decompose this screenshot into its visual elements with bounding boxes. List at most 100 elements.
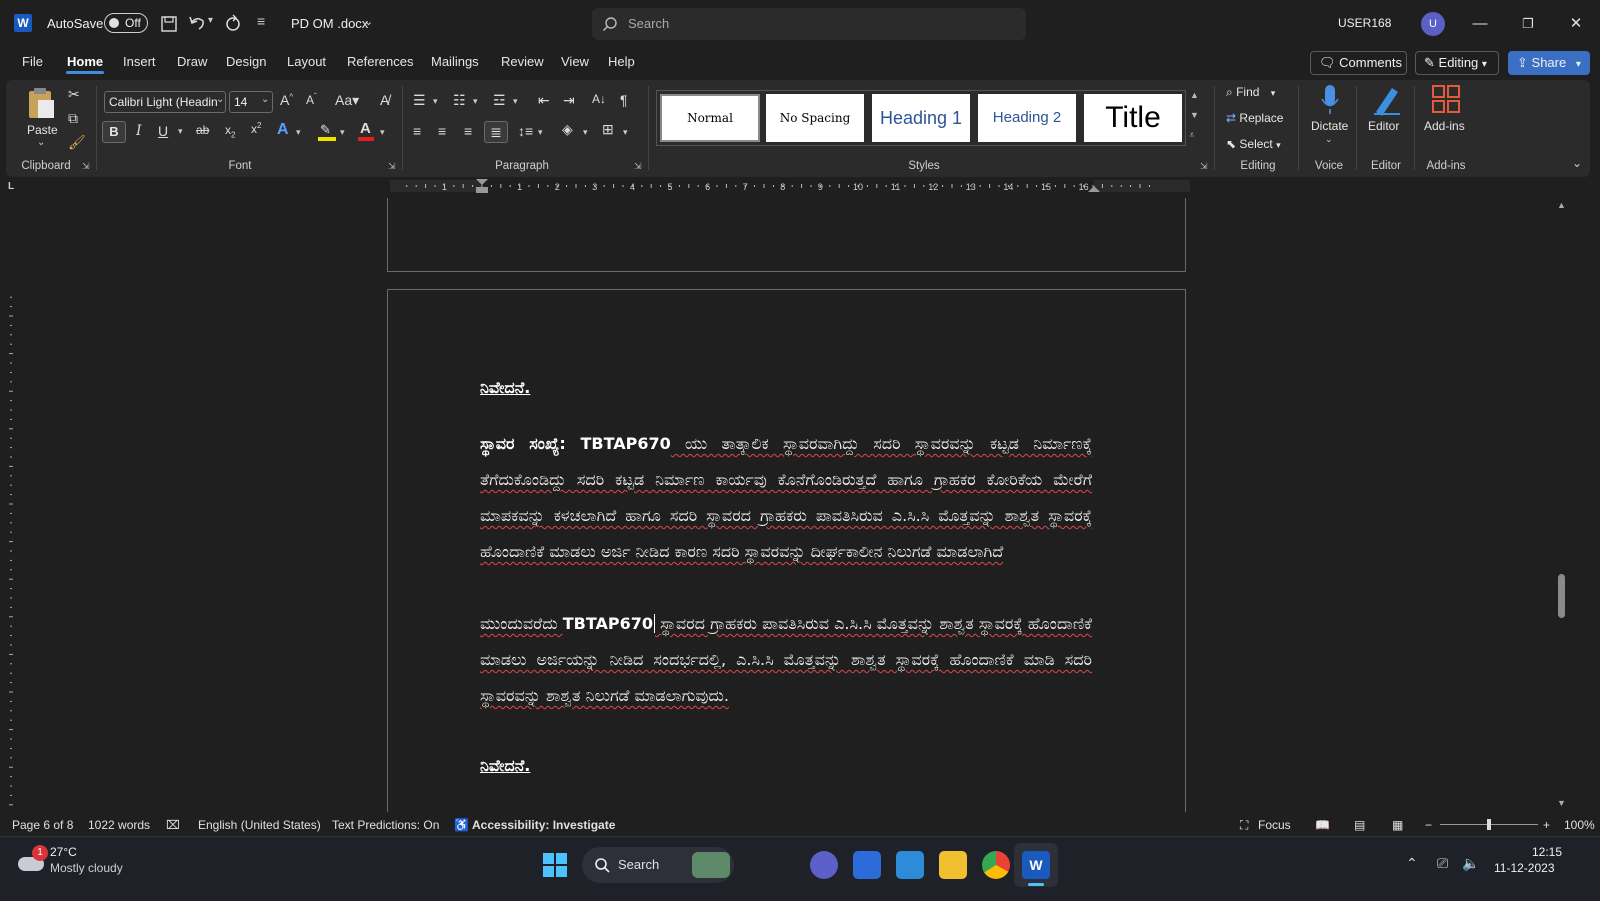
share-button[interactable]: ⇪ Share ▾ <box>1508 51 1590 75</box>
save-icon[interactable] <box>160 15 178 33</box>
comments-button[interactable]: 🗨 Comments <box>1310 51 1407 75</box>
multilevel-list-icon[interactable]: ☲ <box>493 92 506 109</box>
line-spacing-dropdown-icon[interactable]: ▾ <box>538 127 543 138</box>
teams-meet-icon[interactable] <box>810 851 838 879</box>
show-hidden-icons-icon[interactable]: ⌃ <box>1406 855 1418 872</box>
focus-icon[interactable]: ⛶ <box>1240 818 1248 833</box>
vertical-ruler[interactable] <box>4 200 18 810</box>
scroll-up-icon[interactable]: ▲ <box>1557 200 1566 210</box>
windows-start-icon[interactable] <box>543 853 567 877</box>
chrome-icon[interactable] <box>982 851 1010 879</box>
paragraph-2[interactable]: ಮುಂದುವರೆದು TBTAP670 ಸ್ಥಾವರದ ಗ್ರಾಹಕರು ಪಾವ… <box>480 606 1092 714</box>
font-color-icon[interactable]: A <box>358 120 374 142</box>
addins-grid-icon[interactable] <box>1432 85 1460 113</box>
editor-label[interactable]: Editor <box>1368 119 1399 133</box>
restore-icon[interactable]: ❐ <box>1508 10 1548 38</box>
shading-dropdown-icon[interactable]: ▾ <box>583 127 588 138</box>
strikethrough-button[interactable]: ab <box>196 123 209 137</box>
styles-more-icon[interactable]: ⩡ <box>1189 130 1195 141</box>
styles-launcher-icon[interactable]: ⇲ <box>1200 161 1208 172</box>
highlight-color-icon[interactable]: ✎ <box>318 122 336 142</box>
current-page[interactable]: ನಿವೇದನೆ. ಸ್ಥಾವರ ಸಂಖ್ಯೆ: TBTAP670 ಯು ತಾತ್… <box>387 289 1186 812</box>
tab-layout[interactable]: Layout <box>287 54 326 69</box>
style-no-spacing[interactable]: No Spacing <box>766 94 864 142</box>
paragraph-launcher-icon[interactable]: ⇲ <box>634 161 642 172</box>
numbering-dropdown-icon[interactable]: ▾ <box>473 96 478 107</box>
autosave-toggle[interactable]: Off <box>104 13 148 33</box>
tab-help[interactable]: Help <box>608 54 635 69</box>
volume-icon[interactable]: 🔈 <box>1462 855 1479 872</box>
document-title[interactable]: PD OM .docx <box>291 16 368 31</box>
horizontal-ruler[interactable]: 1 1 2 3 4 5 6 7 8 9 10 11 12 13 14 15 16 <box>390 179 1190 193</box>
underline-dropdown-icon[interactable]: ▾ <box>178 126 183 137</box>
scrollbar-thumb[interactable] <box>1558 574 1565 618</box>
format-painter-icon[interactable]: 🖌 <box>68 134 86 151</box>
paste-icon[interactable] <box>26 86 56 120</box>
clipboard-launcher-icon[interactable]: ⇲ <box>82 161 90 172</box>
tab-mailings[interactable]: Mailings <box>431 54 479 69</box>
undo-icon[interactable] <box>188 14 206 32</box>
accessibility-icon[interactable]: ♿ <box>454 818 469 832</box>
zoom-in-icon[interactable]: + <box>1543 818 1550 832</box>
text-effects-icon[interactable]: A <box>277 121 289 139</box>
style-normal[interactable]: Normal <box>660 94 760 142</box>
align-left-icon[interactable]: ≡ <box>413 123 421 139</box>
borders-icon[interactable]: ⊞ <box>602 121 614 138</box>
style-heading-2[interactable]: Heading 2 <box>978 94 1076 142</box>
zoom-slider-thumb[interactable] <box>1487 819 1491 830</box>
read-mode-icon[interactable]: 📖 <box>1315 818 1330 832</box>
tab-selector-icon[interactable]: L <box>8 181 14 192</box>
focus-label[interactable]: Focus <box>1258 818 1291 832</box>
replace-button[interactable]: ⇄ Replace <box>1226 111 1306 129</box>
zoom-out-icon[interactable]: − <box>1425 818 1432 832</box>
subscript-button[interactable]: x2 <box>225 123 235 139</box>
tab-file[interactable]: File <box>22 54 43 69</box>
taskbar-search[interactable]: Search <box>582 847 734 883</box>
calculator-icon[interactable] <box>896 851 924 879</box>
text-effects-dropdown-icon[interactable]: ▾ <box>296 127 301 138</box>
underline-button[interactable]: U <box>158 123 168 139</box>
grow-font-icon[interactable]: A^ <box>280 92 293 108</box>
redo-icon[interactable] <box>224 14 242 32</box>
decrease-indent-icon[interactable]: ⇤ <box>538 92 550 109</box>
numbering-icon[interactable]: ☷ <box>453 92 466 109</box>
style-heading-1[interactable]: Heading 1 <box>872 94 970 142</box>
minimize-icon[interactable]: — <box>1460 10 1500 38</box>
print-layout-icon[interactable]: ▤ <box>1354 818 1365 832</box>
increase-indent-icon[interactable]: ⇥ <box>563 92 575 109</box>
styles-scroll-up-icon[interactable]: ▲ <box>1190 90 1199 100</box>
tab-view[interactable]: View <box>561 54 589 69</box>
font-name-dropdown[interactable]: Calibri Light (Headin <box>104 91 226 113</box>
web-layout-icon[interactable]: ▦ <box>1392 818 1403 832</box>
addins-label[interactable]: Add-ins <box>1424 119 1465 133</box>
show-formatting-icon[interactable]: ¶ <box>620 92 628 108</box>
align-right-icon[interactable]: ≡ <box>464 123 472 139</box>
sort-icon[interactable]: A↓ <box>592 92 606 106</box>
find-button[interactable]: ⌕ Find ▾ <box>1226 85 1306 103</box>
shading-icon[interactable]: ◈ <box>562 121 573 138</box>
shrink-font-icon[interactable]: Aˇ <box>306 92 317 107</box>
bullets-dropdown-icon[interactable]: ▾ <box>433 96 438 107</box>
clock-time[interactable]: 12:15 <box>1532 845 1562 859</box>
borders-dropdown-icon[interactable]: ▾ <box>623 127 628 138</box>
tab-draw[interactable]: Draw <box>177 54 207 69</box>
style-title[interactable]: Title <box>1084 94 1182 142</box>
close-icon[interactable]: ✕ <box>1556 10 1596 38</box>
microphone-icon[interactable] <box>1320 84 1340 116</box>
avatar[interactable]: U <box>1421 12 1445 36</box>
bullets-icon[interactable]: ☰ <box>413 92 426 109</box>
paste-dropdown-icon[interactable]: ⌄ <box>37 137 45 148</box>
copy-icon[interactable]: ⧉ <box>68 110 78 127</box>
word-count[interactable]: 1022 words <box>88 818 150 832</box>
change-case-icon[interactable]: Aa▾ <box>335 92 359 109</box>
font-name-chevron-icon[interactable]: ⌄ <box>216 94 224 105</box>
text-predictions[interactable]: Text Predictions: On <box>332 818 439 832</box>
weather-cloud-icon[interactable]: 1 <box>18 845 48 873</box>
multilevel-dropdown-icon[interactable]: ▾ <box>513 96 518 107</box>
font-launcher-icon[interactable]: ⇲ <box>388 161 396 172</box>
cut-icon[interactable]: ✂ <box>68 86 80 103</box>
collapse-ribbon-icon[interactable]: ⌄ <box>1572 156 1582 170</box>
justify-button[interactable]: ≣ <box>484 121 508 143</box>
store-icon[interactable] <box>853 851 881 879</box>
paragraph-1[interactable]: ಸ್ಥಾವರ ಸಂಖ್ಯೆ: TBTAP670 ಯು ತಾತ್ಕಾಲಿಕ ಸ್ಥ… <box>480 426 1092 570</box>
